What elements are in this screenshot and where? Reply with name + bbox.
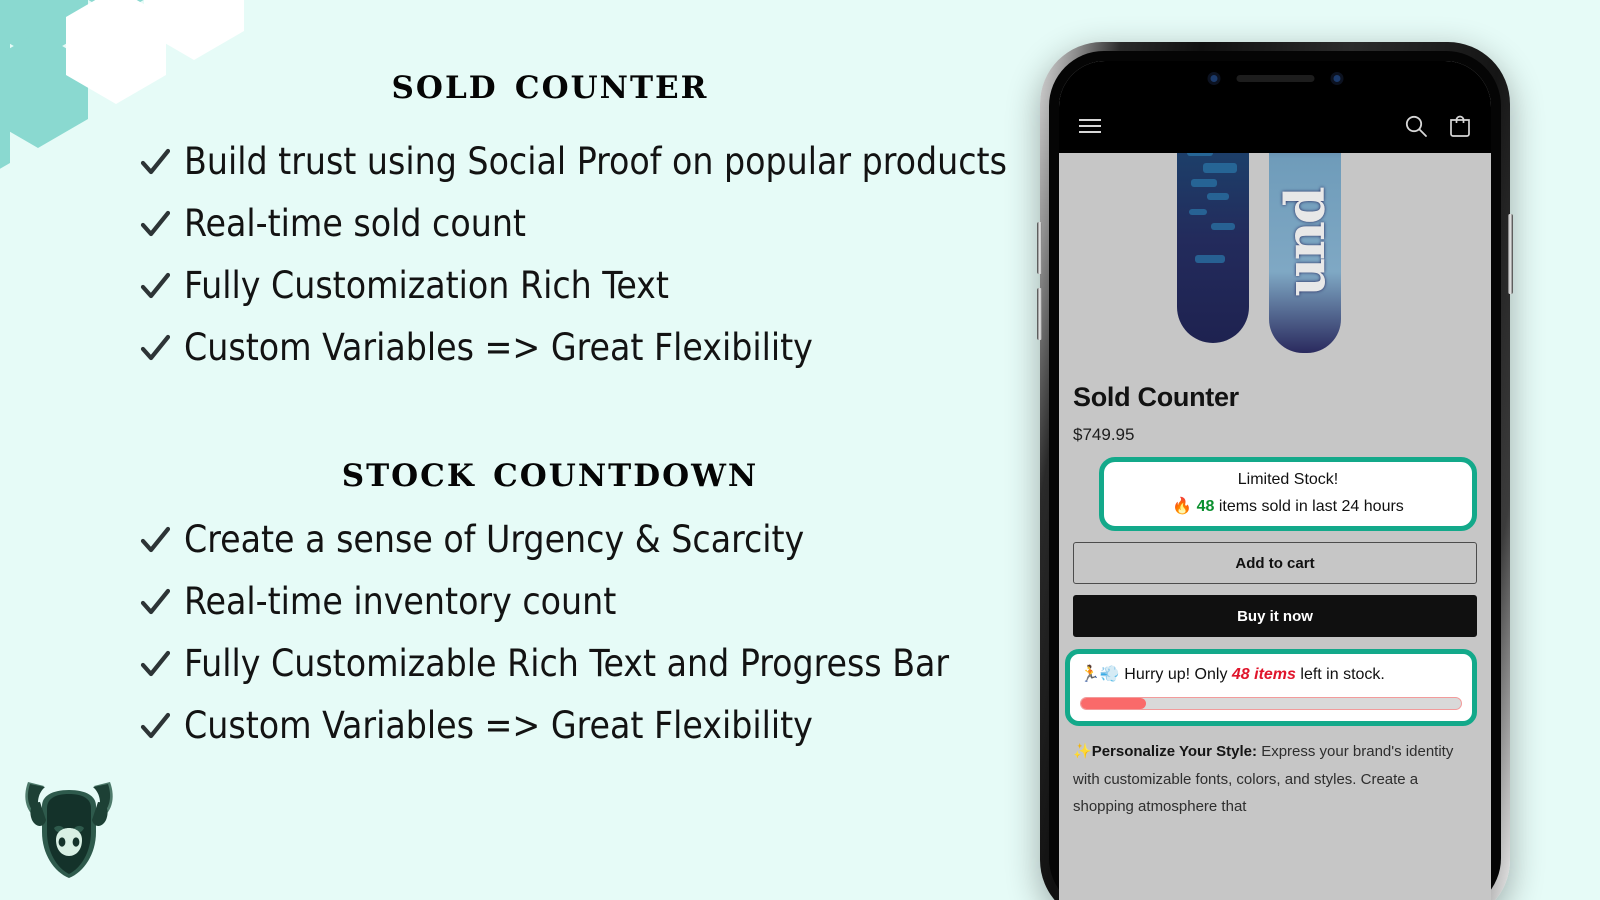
sold-counter-heading: Limited Stock!	[1237, 471, 1339, 488]
runner-icon: 🏃	[1080, 666, 1100, 683]
fire-icon: 🔥	[1172, 498, 1193, 515]
front-camera-icon	[1207, 71, 1220, 85]
phone-notch	[1182, 63, 1368, 93]
stock-suffix: left in stock.	[1300, 666, 1385, 683]
sold-count-value: 48	[1196, 498, 1215, 515]
feature-list-sold-counter: Build trust using Social Proof on popula…	[140, 140, 1020, 388]
search-icon[interactable]	[1403, 113, 1429, 139]
page-title-sold-counter: Sold Counter	[391, 58, 709, 109]
list-item-label: Fully Customizable Rich Text and Progres…	[184, 642, 950, 685]
check-icon	[140, 334, 171, 364]
dash-icon: 💨	[1099, 666, 1120, 683]
stock-count-value: 48 items	[1231, 666, 1296, 683]
list-item: Custom Variables => Great Flexibility	[140, 326, 1020, 388]
phone-screen: und Sold Counter $749.95 Limited Stock! …	[1059, 61, 1491, 900]
list-item-label: Fully Customization Rich Text	[184, 264, 669, 307]
sold-count-suffix: items sold in last 24 hours	[1218, 498, 1404, 515]
product-info-panel: Sold Counter $749.95 Limited Stock! 🔥 48…	[1059, 368, 1491, 726]
sold-counter-widget: Limited Stock! 🔥 48 items sold in last 2…	[1099, 457, 1477, 531]
product-description: ✨Personalize Your Style: Express your br…	[1059, 737, 1491, 822]
product-price: $749.95	[1073, 425, 1135, 444]
list-item-label: Create a sense of Urgency & Scarcity	[184, 518, 805, 561]
buy-it-now-button[interactable]: Buy it now	[1073, 595, 1477, 637]
list-item-label: Custom Variables => Great Flexibility	[184, 326, 813, 369]
face-sensor-icon	[1330, 71, 1343, 85]
stock-countdown-message: 🏃💨 Hurry up! Only 48 items left in stock…	[1080, 663, 1462, 688]
list-item: Create a sense of Urgency & Scarcity	[140, 518, 1020, 580]
check-icon	[140, 210, 171, 240]
left-content-column: Sold Counter Build trust using Social Pr…	[0, 0, 1020, 900]
product-image-snowboard-right: und	[1269, 153, 1341, 353]
snowboard-graphic-text: und	[1273, 189, 1337, 297]
check-icon	[140, 272, 171, 302]
list-item-label: Build trust using Social Proof on popula…	[184, 140, 1007, 183]
store-header	[1059, 61, 1491, 153]
sparkle-icon: ✨	[1073, 742, 1092, 760]
hamburger-menu-icon[interactable]	[1077, 113, 1103, 139]
earpiece-speaker	[1236, 74, 1314, 82]
volume-up-button[interactable]	[1037, 222, 1042, 274]
feature-list-stock-countdown: Create a sense of Urgency & Scarcity Rea…	[140, 518, 1020, 766]
product-image-snowboard-left	[1177, 153, 1249, 343]
product-title: Sold Counter	[1073, 382, 1239, 412]
list-item: Fully Customizable Rich Text and Progres…	[140, 642, 1020, 704]
list-item: Custom Variables => Great Flexibility	[140, 704, 1020, 766]
product-gallery[interactable]: und	[1059, 153, 1491, 368]
check-icon	[140, 712, 171, 742]
list-item-label: Custom Variables => Great Flexibility	[184, 704, 813, 747]
check-icon	[140, 526, 171, 556]
stock-progress-fill	[1081, 697, 1146, 709]
power-button[interactable]	[1508, 214, 1513, 294]
list-item: Build trust using Social Proof on popula…	[140, 140, 1020, 202]
check-icon	[140, 588, 171, 618]
bull-mascot-logo	[16, 762, 122, 884]
list-item: Real-time inventory count	[140, 580, 1020, 642]
phone-bezel: und Sold Counter $749.95 Limited Stock! …	[1049, 51, 1501, 900]
shopping-cart-icon[interactable]	[1447, 113, 1473, 139]
phone-mockup: und Sold Counter $749.95 Limited Stock! …	[1037, 42, 1513, 900]
stock-progress-bar	[1080, 696, 1462, 710]
page-title-stock-countdown: Stock Countdown	[341, 446, 759, 497]
volume-down-button[interactable]	[1037, 288, 1042, 340]
sold-counter-message: 🔥 48 items sold in last 24 hours	[1112, 496, 1464, 516]
check-icon	[140, 650, 171, 680]
description-lead: Personalize Your Style:	[1091, 742, 1258, 760]
stock-countdown-widget: 🏃💨 Hurry up! Only 48 items left in stock…	[1065, 649, 1477, 726]
stock-prefix: Hurry up! Only	[1124, 666, 1228, 683]
check-icon	[140, 148, 171, 178]
list-item-label: Real-time sold count	[184, 202, 526, 245]
list-item-label: Real-time inventory count	[184, 580, 617, 623]
list-item: Fully Customization Rich Text	[140, 264, 1020, 326]
add-to-cart-button[interactable]: Add to cart	[1073, 542, 1477, 584]
list-item: Real-time sold count	[140, 202, 1020, 264]
